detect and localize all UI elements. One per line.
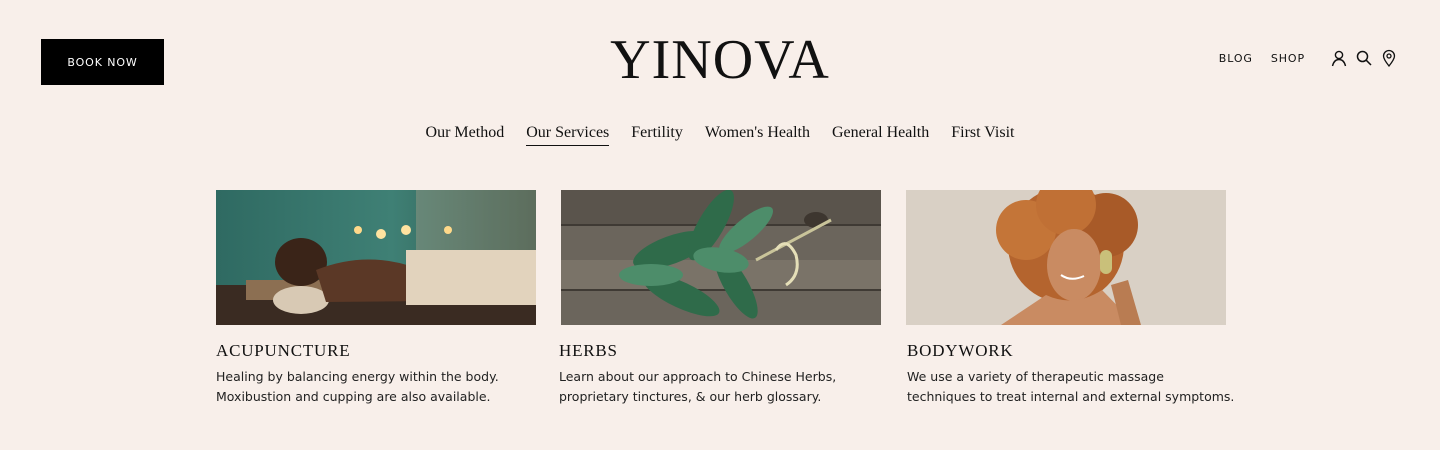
main-nav: Our Method Our Services Fertility Women'… [0,124,1440,146]
nav-our-method[interactable]: Our Method [426,124,505,146]
acupuncture-image[interactable] [216,190,536,325]
nav-first-visit[interactable]: First Visit [951,124,1014,146]
blog-link[interactable]: BLOG [1219,52,1253,65]
card-description: Learn about our approach to Chinese Herb… [559,369,837,404]
card-description: Healing by balancing energy within the b… [216,369,499,404]
account-icon[interactable] [1330,49,1348,67]
nav-general-health[interactable]: General Health [832,124,929,146]
card-title: HERBS [559,341,618,360]
card-title: BODYWORK [907,341,1014,360]
nav-fertility[interactable]: Fertility [631,124,683,146]
card-description: We use a variety of therapeutic massage … [907,369,1235,404]
card-title: ACUPUNCTURE [216,341,351,360]
location-pin-icon[interactable] [1380,49,1398,67]
top-utility-nav: BLOG SHOP [1219,48,1398,68]
search-icon[interactable] [1355,49,1373,67]
nav-our-services[interactable]: Our Services [526,124,610,146]
bodywork-image[interactable] [906,190,1226,325]
service-card-acupuncture[interactable]: ACUPUNCTURE Healing by balancing energy … [216,190,536,407]
nav-womens-health[interactable]: Women's Health [705,124,810,146]
service-card-bodywork[interactable]: BODYWORK We use a variety of therapeutic… [906,190,1235,407]
herbs-image[interactable] [561,190,881,325]
shop-link[interactable]: SHOP [1271,52,1305,65]
service-card-herbs[interactable]: HERBS Learn about our approach to Chines… [559,190,881,407]
